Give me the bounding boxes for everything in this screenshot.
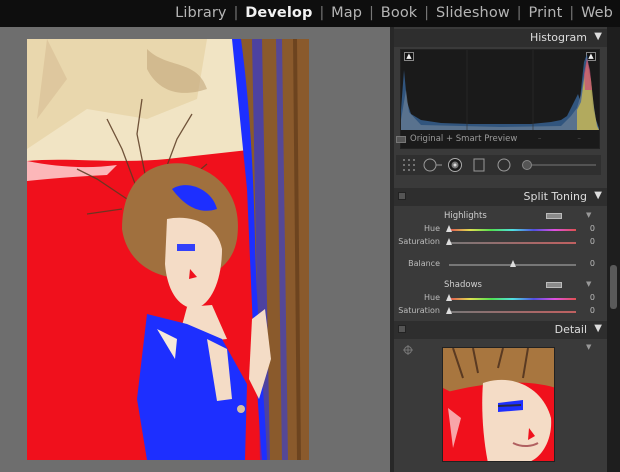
slider-value[interactable]: 0: [590, 237, 595, 246]
detail-title: Detail: [554, 323, 587, 336]
collapse-icon[interactable]: ▼: [586, 211, 591, 219]
split-toning-header[interactable]: Split Toning ▼: [394, 188, 607, 206]
collapse-icon[interactable]: ▼: [594, 190, 602, 201]
collapse-icon[interactable]: ▼: [594, 323, 602, 334]
slider-label: Balance: [408, 259, 440, 268]
balance-slider[interactable]: Balance 0: [400, 259, 595, 271]
slider-label: Saturation: [398, 306, 440, 315]
module-web[interactable]: Web: [574, 5, 620, 21]
collapse-icon[interactable]: ▼: [586, 343, 591, 351]
collapse-icon[interactable]: ▼: [594, 31, 602, 42]
slider-thumb[interactable]: [446, 238, 452, 245]
highlights-hue-slider[interactable]: Hue 0: [400, 224, 595, 236]
shadows-saturation-slider[interactable]: Saturation 0: [398, 306, 595, 318]
slider-value[interactable]: 0: [590, 306, 595, 315]
smart-preview-icon: [396, 135, 406, 143]
slider-track[interactable]: [449, 242, 576, 244]
slider-label: Hue: [423, 293, 440, 302]
radial-filter-icon[interactable]: [496, 158, 512, 174]
slider-label: Hue: [423, 224, 440, 233]
slider-thumb[interactable]: [446, 294, 452, 301]
split-toning-title: Split Toning: [523, 190, 587, 203]
histogram-tick: –: [577, 134, 581, 142]
detail-preview-image: [443, 348, 554, 461]
photo-artwork: [27, 39, 309, 460]
panel-switch-icon[interactable]: [398, 192, 406, 200]
shadows-hue-slider[interactable]: Hue 0: [400, 293, 595, 305]
collapse-icon[interactable]: ▼: [586, 280, 591, 288]
highlights-saturation-slider[interactable]: Saturation 0: [398, 237, 595, 249]
slider-label: Saturation: [398, 237, 440, 246]
module-library[interactable]: Library: [168, 5, 233, 21]
smart-preview-label: Original + Smart Preview: [410, 134, 518, 144]
shadows-color-swatch[interactable]: [546, 282, 562, 288]
module-print[interactable]: Print: [522, 5, 570, 21]
slider-value[interactable]: 0: [590, 224, 595, 233]
slider-track[interactable]: [449, 229, 576, 231]
adjustment-brush-icon[interactable]: [520, 158, 598, 172]
shadows-label: Shadows: [444, 280, 482, 290]
histogram-title: Histogram: [529, 31, 587, 44]
module-develop[interactable]: Develop: [238, 5, 319, 21]
histogram-header[interactable]: Histogram ▼: [394, 29, 607, 47]
slider-thumb[interactable]: [510, 260, 516, 267]
highlights-color-swatch[interactable]: [546, 213, 562, 219]
spot-removal-icon[interactable]: [422, 158, 442, 172]
detail-preview[interactable]: [442, 347, 555, 462]
detail-header[interactable]: Detail ▼: [394, 321, 607, 339]
slider-thumb[interactable]: [446, 225, 452, 232]
scrollbar-thumb[interactable]: [610, 265, 617, 309]
slider-track[interactable]: [449, 311, 576, 313]
slider-value[interactable]: 0: [590, 293, 595, 302]
module-book[interactable]: Book: [374, 5, 425, 21]
red-eye-icon[interactable]: [447, 158, 463, 174]
target-adjust-icon[interactable]: [403, 345, 413, 355]
panel-scrollbar[interactable]: [607, 27, 620, 472]
panel-switch-icon[interactable]: [398, 325, 406, 333]
main-photo[interactable]: [27, 39, 309, 460]
module-picker: Library | Develop | Map | Book | Slidesh…: [168, 3, 620, 23]
right-panel: Histogram ▼ ▲ ▲ – – – – – Original + Sma…: [390, 27, 620, 472]
histogram-tick: –: [537, 134, 542, 142]
module-map[interactable]: Map: [324, 5, 369, 21]
slider-track[interactable]: [449, 298, 576, 300]
grid-overlay-icon[interactable]: [402, 158, 416, 172]
graduated-filter-icon[interactable]: [473, 158, 485, 172]
image-stage: [0, 27, 390, 472]
slider-value[interactable]: 0: [590, 259, 595, 268]
module-bar: Library | Develop | Map | Book | Slidesh…: [0, 0, 620, 27]
slider-thumb[interactable]: [446, 307, 452, 314]
tool-strip: [396, 155, 601, 175]
highlights-label: Highlights: [444, 211, 487, 221]
module-slideshow[interactable]: Slideshow: [429, 5, 517, 21]
smart-preview-status: Original + Smart Preview: [396, 134, 517, 144]
